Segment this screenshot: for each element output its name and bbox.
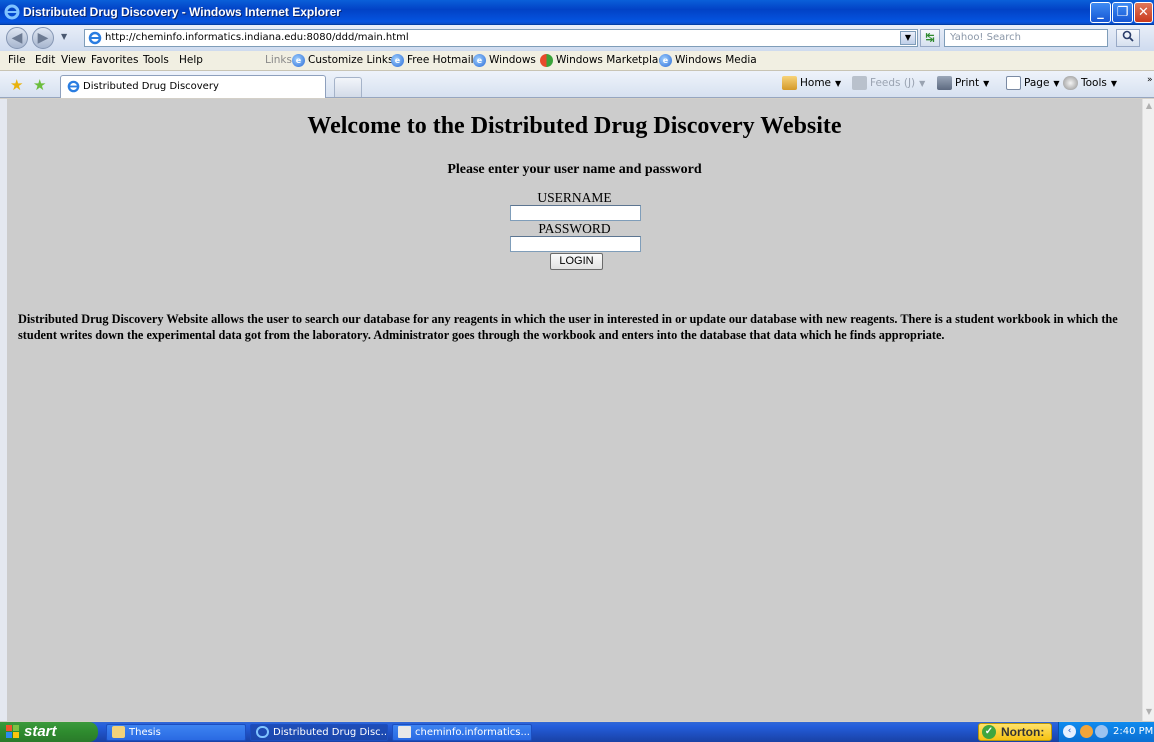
window-title: Distributed Drug Discovery - Windows Int… [23,5,341,19]
login-button[interactable]: LOGIN [550,253,603,270]
menu-favorites[interactable]: Favorites [91,54,138,66]
feeds-icon [852,76,867,90]
username-field[interactable] [510,205,641,221]
tab-bar: ★ ★ Distributed Drug Discovery Home ▼ Fee… [0,71,1154,98]
menu-edit[interactable]: Edit [35,54,55,66]
page-title: Welcome to the Distributed Drug Discover… [307,113,842,139]
toolbar-overflow-icon[interactable]: » [1147,75,1153,85]
vertical-scrollbar[interactable]: ▲ ▼ [1142,99,1154,721]
clock: 2:40 PM [1113,726,1154,737]
favorites-center-icon[interactable]: ★ [10,76,23,94]
windows-flag-icon [6,725,19,738]
address-dropdown-button[interactable]: ▼ [900,31,916,45]
address-url: http://cheminfo.informatics.indiana.edu:… [105,32,409,43]
printer-icon [937,76,952,90]
messenger-icon[interactable] [1080,725,1093,738]
address-field[interactable]: http://cheminfo.informatics.indiana.edu:… [84,29,918,47]
menu-bar: File Edit View Favorites Tools Help Link… [0,51,1154,71]
task-cheminfo[interactable]: cheminfo.informatics.... [392,724,532,741]
address-toolbar: ◀ ▶ ▼ http://cheminfo.informatics.indian… [0,25,1154,51]
home-icon [782,76,797,90]
menu-tools[interactable]: Tools [143,54,169,66]
title-bar: Distributed Drug Discovery - Windows Int… [0,0,1154,25]
tab-distributed-drug-discovery[interactable]: Distributed Drug Discovery [60,75,326,98]
refresh-button[interactable]: ↹ [920,29,940,47]
ie-page-icon: e [292,54,305,67]
left-frame-edge [0,99,7,721]
ie-page-icon [67,80,80,93]
menu-help[interactable]: Help [179,54,203,66]
start-button[interactable]: start [0,722,98,742]
ie-window: Distributed Drug Discovery - Windows Int… [0,0,1154,742]
close-button[interactable]: ✕ [1134,2,1153,23]
search-field[interactable]: Yahoo! Search [944,29,1108,47]
add-to-favorites-icon[interactable]: ★ [33,76,46,94]
page-content: Welcome to the Distributed Drug Discover… [7,99,1142,721]
login-prompt: Please enter your user name and password [447,162,702,177]
link-windows-marketplace[interactable]: Windows Marketplace [540,54,671,67]
task-thesis[interactable]: Thesis [106,724,246,741]
network-icon[interactable] [1095,725,1108,738]
folder-icon [112,726,125,738]
links-label: Links [265,54,292,66]
window-icon [398,726,411,738]
task-distributed-drug-discovery[interactable]: Distributed Drug Disc... [250,724,388,741]
internet-explorer-icon [4,4,20,20]
ie-page-icon: e [659,54,672,67]
print-button[interactable]: Print ▼ [937,76,989,90]
menu-file[interactable]: File [8,54,26,66]
windows-logo-icon [540,54,553,67]
ie-page-icon: e [391,54,404,67]
link-free-hotmail[interactable]: e Free Hotmail [391,54,474,67]
page-icon [1006,76,1021,90]
page-menu-button[interactable]: Page ▼ [1006,76,1060,90]
search-button[interactable] [1116,29,1140,47]
start-label: start [24,723,57,740]
ie-page-icon: e [473,54,486,67]
system-tray: ‹ 2:40 PM [1058,722,1154,742]
tab-label: Distributed Drug Discovery [83,81,219,92]
norton-tray-button[interactable]: ✓ Norton: [978,723,1052,741]
search-icon [1122,30,1134,42]
back-button[interactable]: ◀ [6,27,28,49]
internet-explorer-icon [256,726,269,738]
gear-icon [1063,76,1078,90]
menu-view[interactable]: View [61,54,86,66]
link-customize-links[interactable]: e Customize Links [292,54,393,67]
new-tab-button[interactable] [334,77,362,97]
link-windows-media[interactable]: e Windows Media [659,54,757,67]
scroll-up-icon[interactable]: ▲ [1144,101,1154,113]
page-icon [88,31,102,45]
feeds-button[interactable]: Feeds (J) ▼ [852,76,925,90]
username-label: USERNAME [537,190,612,205]
scroll-down-icon[interactable]: ▼ [1144,707,1154,719]
search-placeholder: Yahoo! Search [950,32,1021,43]
link-windows[interactable]: e Windows [473,54,536,67]
password-label: PASSWORD [538,221,611,236]
tools-menu-button[interactable]: Tools ▼ [1063,76,1117,90]
site-description: Distributed Drug Discovery Website allow… [18,312,1118,342]
home-button[interactable]: Home ▼ [782,76,841,90]
password-field[interactable] [510,236,641,252]
recent-pages-dropdown-icon[interactable]: ▼ [61,32,67,41]
minimize-button[interactable]: _ [1090,2,1111,23]
expand-tray-icon[interactable]: ‹ [1063,725,1076,738]
taskbar: start Thesis Distributed Drug Disc... ch… [0,722,1154,742]
forward-button[interactable]: ▶ [32,27,54,49]
check-icon: ✓ [982,725,996,739]
restore-button[interactable]: ❐ [1112,2,1133,23]
